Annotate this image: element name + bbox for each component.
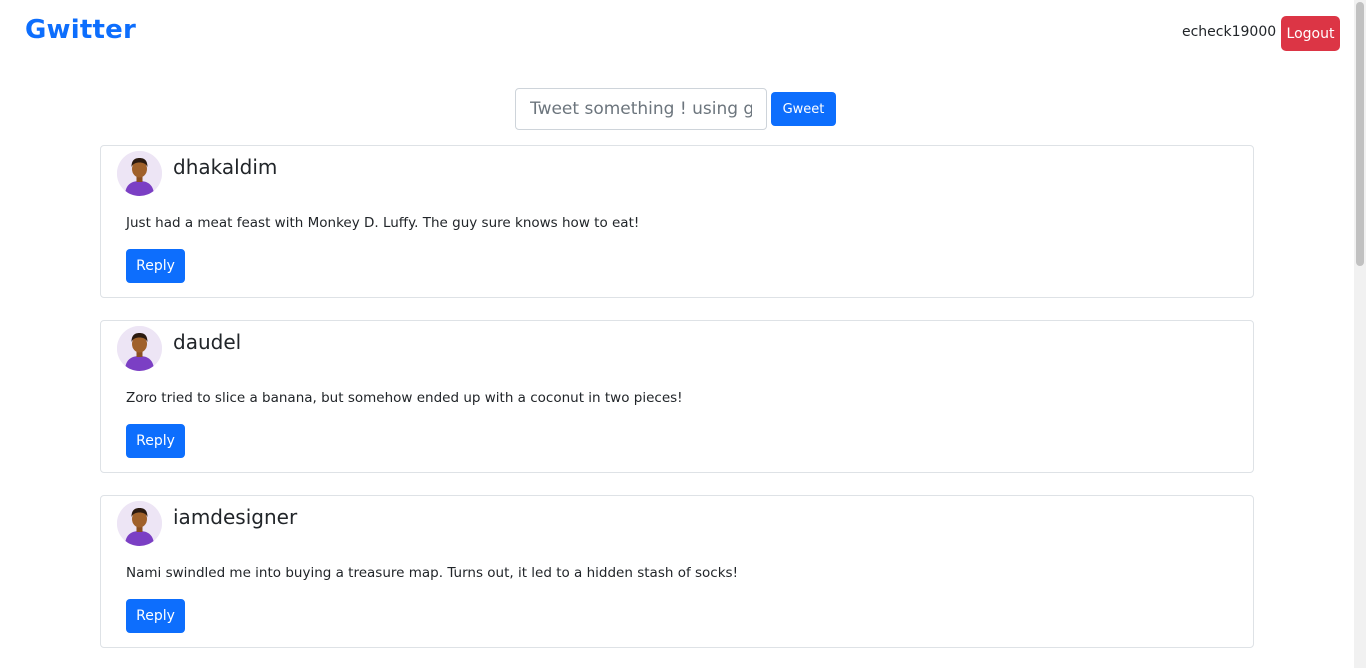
tweet-card: daudel Zoro tried to slice a banana, but…: [100, 320, 1254, 473]
reply-button[interactable]: Reply: [126, 249, 185, 283]
tweet-card: dhakaldim Just had a meat feast with Mon…: [100, 145, 1254, 298]
tweet-text: Just had a meat feast with Monkey D. Luf…: [126, 215, 640, 231]
logout-button[interactable]: Logout: [1281, 16, 1340, 51]
tweet-input[interactable]: [515, 88, 767, 130]
scrollbar-thumb[interactable]: [1356, 2, 1364, 266]
tweet-username[interactable]: dhakaldim: [173, 155, 277, 179]
user-avatar-icon: [117, 326, 162, 371]
brand-logo[interactable]: Gwitter: [25, 15, 136, 45]
tweet-username[interactable]: daudel: [173, 330, 241, 354]
tweet-username[interactable]: iamdesigner: [173, 505, 297, 529]
reply-button[interactable]: Reply: [126, 599, 185, 633]
tweet-card: iamdesigner Nami swindled me into buying…: [100, 495, 1254, 648]
current-username: echeck19000: [1182, 24, 1277, 40]
gweet-button[interactable]: Gweet: [771, 92, 836, 126]
user-avatar-icon: [117, 501, 162, 546]
reply-button[interactable]: Reply: [126, 424, 185, 458]
user-avatar-icon: [117, 151, 162, 196]
tweet-text: Zoro tried to slice a banana, but someho…: [126, 390, 683, 406]
page: Gwitter echeck19000 Logout Gweet dhakald…: [0, 0, 1366, 668]
tweet-text: Nami swindled me into buying a treasure …: [126, 565, 738, 581]
